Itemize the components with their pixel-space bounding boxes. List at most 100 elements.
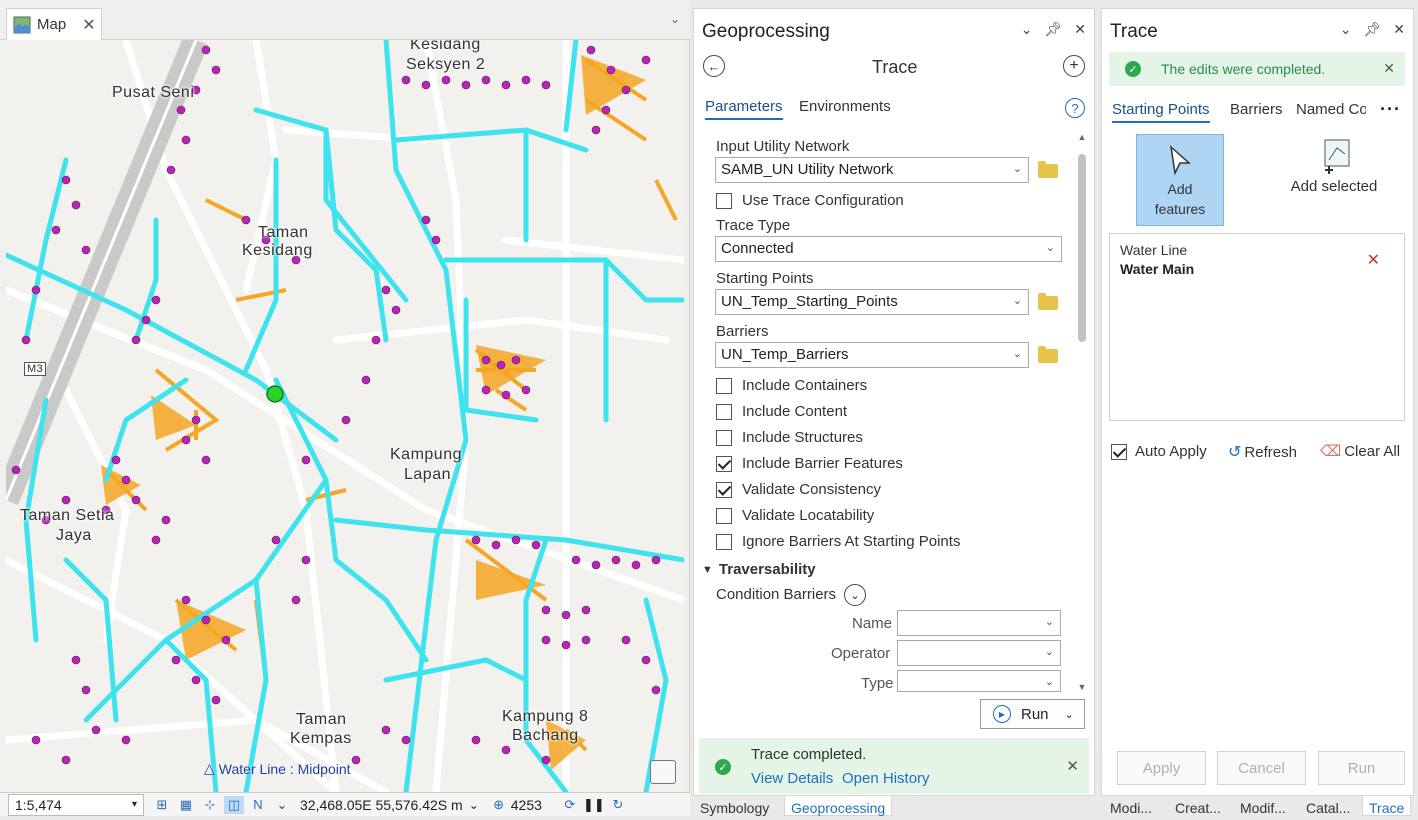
chevron-down-icon[interactable]: ⌄ — [469, 798, 479, 812]
validate-consistency-checkbox[interactable]: Validate Consistency — [716, 481, 881, 498]
help-icon[interactable]: ? — [1065, 98, 1085, 118]
tab-create[interactable]: Creat... — [1175, 800, 1221, 820]
scale-select[interactable]: 1:5,474 ▾ — [8, 793, 144, 816]
include-barrier-features-checkbox[interactable]: Include Barrier Features — [716, 455, 903, 472]
close-icon[interactable]: ✕ — [1066, 757, 1079, 775]
tab-modify[interactable]: Modi... — [1110, 800, 1152, 820]
trace-type-select[interactable]: Connected ⌄ — [715, 236, 1062, 262]
checkbox-box[interactable] — [716, 429, 732, 446]
checkbox-box[interactable] — [716, 455, 732, 472]
chevron-down-icon[interactable]: ⌄ — [1065, 708, 1074, 721]
pin-icon[interactable]: 📌︎ — [1363, 21, 1381, 38]
run-button-disabled[interactable]: Run — [1318, 751, 1405, 785]
map-icon — [13, 16, 31, 33]
folder-icon[interactable] — [1038, 161, 1058, 178]
tool-title: Trace — [872, 57, 918, 77]
scroll-down-icon[interactable]: ▼ — [1076, 682, 1088, 692]
validate-locatability-checkbox[interactable]: Validate Locatability — [716, 507, 874, 524]
back-icon[interactable]: ← — [703, 55, 725, 77]
use-trace-config-checkbox[interactable]: Use Trace Configuration — [716, 192, 904, 209]
refresh-map-icon[interactable]: ⟳ — [560, 796, 580, 814]
checkbox-box[interactable] — [716, 481, 732, 498]
checkbox-box[interactable] — [716, 533, 732, 550]
starting-points-select[interactable]: UN_Temp_Starting_Points ⌄ — [715, 289, 1029, 315]
chevron-down-icon[interactable]: ⌄ — [670, 12, 680, 26]
map-tab-label: Map — [37, 16, 67, 33]
tab-modify-features[interactable]: Modif... — [1240, 800, 1286, 820]
scrollbar-thumb[interactable] — [1078, 154, 1086, 342]
add-selected-button[interactable]: Add selected — [1286, 134, 1382, 208]
close-icon[interactable]: ✕ — [1393, 21, 1405, 38]
checkbox-box[interactable] — [716, 507, 732, 524]
map-label-kesidang: Kesidang — [410, 40, 481, 53]
chevron-down-icon[interactable]: ⌄ — [272, 796, 292, 814]
run-button[interactable]: ▶ Run ⌄ — [980, 699, 1085, 729]
refresh-button[interactable]: ↺ Refresh — [1228, 442, 1297, 462]
sync-icon[interactable]: ↻ — [608, 796, 628, 814]
chevron-down-icon[interactable]: ⌄ — [1021, 21, 1033, 38]
checkbox-box[interactable] — [1111, 443, 1127, 460]
map-label-bachang: Bachang — [512, 727, 579, 744]
tab-trace[interactable]: Trace — [1362, 796, 1412, 816]
tab-symbology[interactable]: Symbology — [700, 800, 769, 820]
edit-notice: ✓ The edits were completed. ✕ — [1109, 52, 1405, 86]
close-icon[interactable]: ✕ — [1383, 60, 1395, 77]
map-tab[interactable]: Map ✕ — [6, 8, 102, 40]
include-content-checkbox[interactable]: Include Content — [716, 403, 847, 420]
constraint-icon[interactable]: ⊹ — [200, 796, 220, 814]
tab-barriers[interactable]: Barriers — [1230, 101, 1283, 118]
north-arrow-icon[interactable]: N — [248, 796, 268, 814]
grid-snap-icon[interactable]: ⊞ — [152, 796, 172, 814]
chevron-down-icon[interactable]: ⌄ — [1340, 21, 1352, 38]
pause-icon[interactable]: ❚❚ — [583, 796, 605, 814]
folder-icon[interactable] — [1038, 346, 1058, 363]
list-item[interactable]: Water Line Water Main — [1120, 242, 1194, 277]
view-details-link[interactable]: View Details — [751, 770, 833, 787]
pin-icon[interactable]: 📌︎ — [1044, 21, 1062, 38]
apply-button[interactable]: Apply — [1117, 751, 1206, 785]
operator-select[interactable]: ⌄ — [897, 640, 1061, 666]
type-select[interactable]: ⌄ — [897, 670, 1061, 692]
map-canvas[interactable]: Kesidang Seksyen 2 Pusat Seni Taman Kesi… — [6, 40, 684, 792]
checkbox-box[interactable] — [716, 377, 732, 394]
close-icon[interactable]: ✕ — [82, 15, 95, 35]
success-icon: ✓ — [715, 759, 731, 775]
table-grid-icon[interactable]: ▦ — [176, 796, 196, 814]
tab-environments[interactable]: Environments — [799, 98, 891, 115]
chevron-down-icon: ⌄ — [1044, 646, 1054, 658]
chevron-down-icon: ⌄ — [1012, 295, 1022, 307]
tab-catalog[interactable]: Catal... — [1306, 800, 1350, 820]
ignore-barriers-checkbox[interactable]: Ignore Barriers At Starting Points — [716, 533, 960, 550]
tab-starting-points[interactable]: Starting Points — [1112, 101, 1210, 123]
more-icon[interactable]: ··· — [1380, 99, 1401, 120]
folder-icon[interactable] — [1038, 293, 1058, 310]
scrollbar[interactable]: ▲ ▼ — [1076, 132, 1088, 692]
checkbox-box[interactable] — [716, 192, 732, 209]
chevron-down-icon: ▾ — [131, 799, 137, 810]
remove-icon[interactable]: ✕ — [1367, 250, 1380, 270]
tab-named-configurations[interactable]: Named Co — [1296, 101, 1366, 118]
include-containers-checkbox[interactable]: Include Containers — [716, 377, 867, 394]
traversability-section[interactable]: ▼ Traversability — [702, 561, 816, 578]
checkbox-box[interactable] — [716, 403, 732, 420]
include-structures-checkbox[interactable]: Include Structures — [716, 429, 863, 446]
selection-icon[interactable]: ⊕ — [489, 796, 509, 814]
name-select[interactable]: ⌄ — [897, 610, 1061, 636]
expand-icon[interactable]: ⌄ — [844, 584, 866, 606]
auto-apply-checkbox[interactable]: Auto Apply — [1111, 443, 1207, 460]
cancel-button[interactable]: Cancel — [1217, 751, 1306, 785]
tab-parameters[interactable]: Parameters — [705, 98, 783, 120]
scroll-up-icon[interactable]: ▲ — [1076, 132, 1088, 142]
chat-icon[interactable] — [650, 760, 676, 784]
add-icon[interactable]: + — [1063, 55, 1085, 77]
input-network-select[interactable]: SAMB_UN Utility Network ⌄ — [715, 157, 1029, 183]
tab-geoprocessing[interactable]: Geoprocessing — [784, 796, 893, 816]
cursor-icon — [1169, 145, 1191, 175]
trace-type-value: Connected — [721, 240, 794, 257]
open-history-link[interactable]: Open History — [842, 770, 930, 787]
snapping-icon[interactable]: ◫ — [224, 795, 244, 814]
add-features-button[interactable]: Add features — [1136, 134, 1224, 226]
close-icon[interactable]: ✕ — [1074, 21, 1086, 38]
barriers-select[interactable]: UN_Temp_Barriers ⌄ — [715, 342, 1029, 368]
clear-all-button[interactable]: ⌫ Clear All — [1320, 442, 1400, 461]
